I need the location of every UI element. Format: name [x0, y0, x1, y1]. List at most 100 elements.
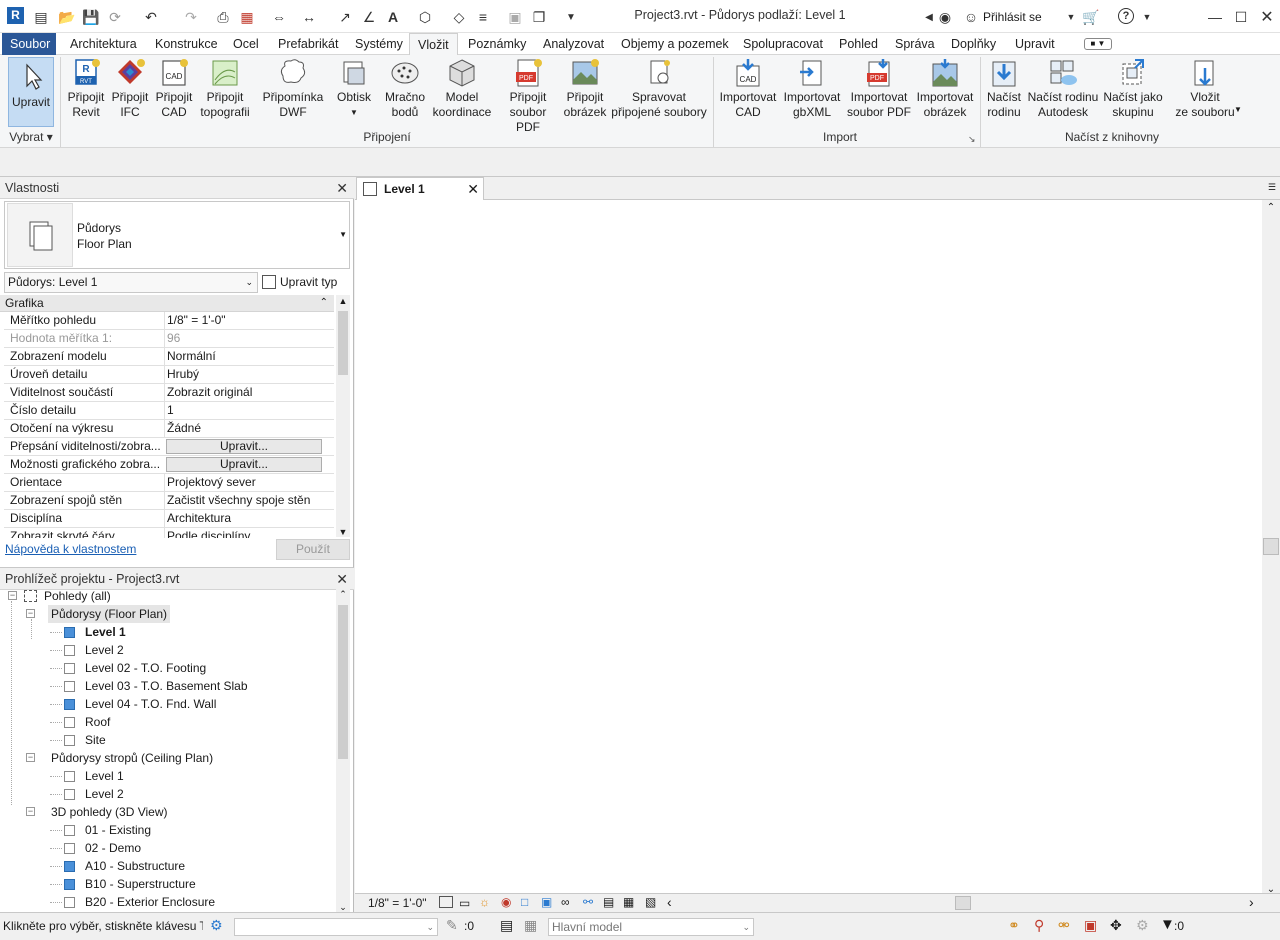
filter-icon[interactable]: ▼ [1160, 916, 1175, 933]
tree-view-item[interactable]: Level 1 [62, 767, 322, 785]
close-tab-icon[interactable]: ✕ [467, 178, 479, 200]
view-tab-level-1[interactable]: Level 1 ✕ [356, 177, 484, 200]
tree-view-item[interactable]: Level 1 [62, 623, 322, 641]
link-revit-button[interactable]: R RVT Připojit Revit [64, 58, 108, 130]
cart-icon[interactable]: 🛒 [1082, 8, 1100, 26]
tab-addins[interactable]: Doplňky [943, 33, 1004, 55]
user-icon[interactable]: ☺ [962, 8, 980, 26]
import-dialog-launcher-icon[interactable]: ↘ [968, 134, 976, 145]
tag-icon[interactable]: ↗ [336, 8, 354, 26]
vg-overrides-row[interactable]: Přepsání viditelnosti/zobra... Upravit... [4, 438, 334, 456]
select-underlay-icon[interactable]: ⚲ [1034, 917, 1044, 934]
text-icon[interactable]: A [384, 8, 402, 26]
select-by-face-icon[interactable]: ▣ [1084, 917, 1097, 934]
select-group-label[interactable]: Vybrat ▾ [6, 130, 56, 144]
tree-view-item[interactable]: 01 - Existing [62, 821, 322, 839]
sun-path-icon[interactable]: ☼ [479, 895, 490, 909]
dwf-markup-button[interactable]: Připomínka DWF [258, 58, 328, 130]
apply-button[interactable]: Použít [276, 539, 350, 560]
detail-number-row[interactable]: Číslo detailu 1 [4, 402, 334, 420]
show-hidden-lines-row[interactable]: Zobrazit skryté čáry Podle disciplíny [4, 528, 334, 538]
property-value[interactable]: Projektový sever [164, 474, 324, 491]
collapse-icon[interactable]: − [26, 753, 35, 762]
view-scale-row[interactable]: Měřítko pohledu 1/8" = 1'-0" [4, 312, 334, 330]
tab-file[interactable]: Soubor [2, 33, 56, 55]
link-ifc-button[interactable]: Připojit IFC [108, 58, 152, 130]
tree-root-views[interactable]: − Pohledy (all) [6, 587, 326, 605]
tree-view-item[interactable]: Level 03 - T.O. Basement Slab [62, 677, 322, 695]
tree-view-item[interactable]: Site [62, 731, 322, 749]
edit-button[interactable]: Upravit... [166, 457, 322, 472]
tab-manage[interactable]: Správa [887, 33, 943, 55]
discipline-row[interactable]: Disciplína Architektura [4, 510, 334, 528]
unlock-3d-icon[interactable]: ∞ [561, 895, 570, 909]
point-cloud-button[interactable]: Mračno bodů [380, 58, 430, 130]
scroll-up-icon[interactable]: ⌃ [336, 587, 350, 601]
tree-view-item[interactable]: B20 - Exterior Enclosure [62, 893, 322, 911]
3d-view-icon[interactable]: ⬡ [416, 8, 434, 26]
property-value[interactable]: Zobrazit originál [164, 384, 324, 401]
open-icon[interactable]: 📂 [58, 8, 76, 26]
modify-button[interactable]: Upravit [8, 57, 54, 127]
import-gbxml-button[interactable]: Importovat gbXML [780, 58, 844, 130]
scroll-up-icon[interactable]: ⌃ [1262, 200, 1280, 216]
section-icon[interactable]: ◇ [450, 8, 468, 26]
shadows-icon[interactable]: ◉ [501, 895, 511, 909]
angle-icon[interactable]: ∠ [360, 8, 378, 26]
scroll-right-icon[interactable]: › [1249, 894, 1254, 910]
rotation-on-sheet-row[interactable]: Otočení na výkresu Žádné [4, 420, 334, 438]
editing-requests-icon[interactable]: ✎ [446, 917, 458, 934]
tab-annotate[interactable]: Poznámky [460, 33, 534, 55]
help-dropdown-icon[interactable]: ▼ [1138, 8, 1156, 26]
wall-join-display-row[interactable]: Zobrazení spojů stěn Začistit všechny spo… [4, 492, 334, 510]
view-scrollbar-horizontal[interactable] [681, 896, 1251, 910]
analytical-model-icon[interactable]: ▧ [645, 895, 656, 909]
workset-select[interactable]: ⌄ [234, 918, 438, 936]
design-option-select[interactable]: Hlavní model ⌄ [548, 918, 754, 936]
select-links-icon[interactable]: ⚭ [1008, 917, 1020, 934]
model-display-row[interactable]: Zobrazení modelu Normální [4, 348, 334, 366]
view-scrollbar-vertical[interactable]: ⌃ ⌄ [1262, 200, 1280, 895]
properties-help-link[interactable]: Nápověda k vlastnostem [5, 542, 136, 556]
tree-view-item[interactable]: Level 02 - T.O. Footing [62, 659, 322, 677]
view-scale[interactable]: 1/8" = 1'-0" [368, 896, 427, 910]
link-topography-button[interactable]: Připojit topografii [196, 58, 254, 130]
help-icon[interactable]: ? [1118, 8, 1134, 24]
tab-view[interactable]: Pohled [831, 33, 886, 55]
graphic-display-options-row[interactable]: Možnosti grafického zobra... Upravit... [4, 456, 334, 474]
tree-view-item[interactable]: Level 04 - T.O. Fnd. Wall [62, 695, 322, 713]
tree-group[interactable]: − 3D pohledy (3D View) [26, 803, 326, 821]
main-model-icon[interactable]: ▦ [524, 917, 537, 934]
print-icon[interactable]: ⎙ [214, 8, 232, 26]
insert-from-file-button[interactable]: Vložit ze souboru [1170, 58, 1240, 130]
tree-group[interactable]: − Půdorysy stropů (Ceiling Plan) [26, 749, 326, 767]
tree-view-item[interactable]: Level 2 [62, 785, 322, 803]
import-pdf-button[interactable]: PDF Importovat soubor PDF [846, 58, 912, 130]
import-cad-button[interactable]: CAD Importovat CAD [716, 58, 780, 130]
tree-view-item[interactable]: 02 - Demo [62, 839, 322, 857]
save-icon[interactable]: 💾 [82, 8, 100, 26]
manage-links-button[interactable]: Spravovat připojené soubory [606, 58, 712, 130]
thin-lines-icon[interactable]: ≡ [474, 8, 492, 26]
properties-scrollbar[interactable]: ▲ ▼ [336, 295, 350, 537]
property-value[interactable]: Hrubý [164, 366, 324, 383]
collapse-icon[interactable]: ⌃ [320, 295, 328, 311]
decal-dropdown-icon[interactable]: ▼ [332, 105, 376, 120]
home-icon[interactable]: ▤ [32, 8, 50, 26]
tab-modify[interactable]: Upravit [1007, 33, 1063, 55]
ribbon-toggle-icon[interactable]: ■ ▼ [1084, 38, 1112, 50]
load-family-button[interactable]: Načíst rodinu [982, 58, 1026, 130]
parts-visibility-row[interactable]: Viditelnost součástí Zobrazit originál [4, 384, 334, 402]
tab-systems[interactable]: Systémy [347, 33, 411, 55]
signin-button[interactable]: Přihlásit se [983, 10, 1042, 24]
collapse-icon[interactable]: − [8, 591, 17, 600]
tab-collaborate[interactable]: Spolupracovat [735, 33, 831, 55]
undo-icon[interactable]: ↶ [142, 8, 160, 26]
print-pdf-icon[interactable]: ▦ [238, 8, 256, 26]
close-hidden-icon[interactable]: ▣ [506, 8, 524, 26]
scroll-down-icon[interactable]: ▼ [336, 527, 350, 537]
crop-view-icon[interactable]: □ [521, 895, 528, 909]
tab-insert[interactable]: Vložit [409, 33, 458, 56]
maximize-icon[interactable]: ☐ [1232, 8, 1250, 26]
tree-view-item[interactable]: Roof [62, 713, 322, 731]
